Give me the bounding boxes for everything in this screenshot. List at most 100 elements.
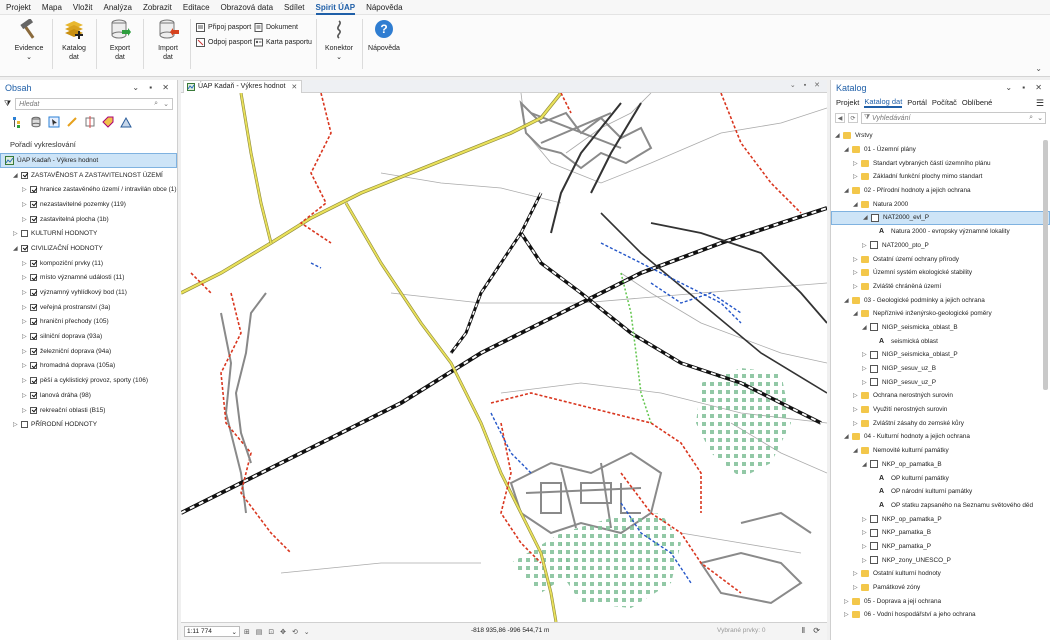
catalog-item[interactable]: ▷ NIGP_sesuv_uz_P [831,375,1050,389]
layer-row[interactable]: ▷ zastavitelná plocha (1b) [0,212,177,227]
import-dat-button[interactable]: Import dat [150,19,186,62]
expand-icon[interactable]: ▷ [853,256,861,263]
visibility-checkbox[interactable] [21,171,28,179]
map-canvas[interactable] [181,93,827,622]
charts-icon[interactable] [120,116,132,128]
visibility-checkbox[interactable] [30,347,37,355]
catalog-item[interactable]: ▷ 05 - Doprava a její ochrana [831,594,1050,608]
karta-pasportu-button[interactable]: Karta pasportu [254,37,312,48]
layer-row[interactable]: ▷ místo významné události (11) [0,271,177,286]
expand-icon[interactable]: ▷ [862,379,870,386]
expand-icon[interactable]: ▷ [853,269,861,276]
catalog-item[interactable]: ◢ Nepříznivé inženýrsko-geologické poměry [831,307,1050,321]
catalog-item[interactable]: ▷ NKP_pamatka_P [831,540,1050,554]
catalog-item[interactable]: ◢ Nemovité kulturní památky [831,444,1050,458]
visibility-checkbox[interactable] [30,362,37,370]
snapping-icon[interactable] [84,116,96,128]
collapse-icon[interactable]: ◢ [863,214,871,221]
collapse-icon[interactable]: ◢ [862,461,870,468]
expand-icon[interactable]: ▷ [13,421,21,428]
expand-icon[interactable]: ▷ [853,570,861,577]
expand-icon[interactable]: ▷ [853,406,861,413]
collapse-icon[interactable]: ◢ [844,433,852,440]
catalog-item[interactable]: ▷ NIGP_sesuv_uz_B [831,362,1050,376]
menu-spirit-uap[interactable]: Spirit ÚAP [315,0,355,15]
catalog-item[interactable]: ▷ NAT2000_pto_P [831,239,1050,253]
layer-row[interactable]: ▷ hranice zastavěného území / intravilán … [0,182,177,197]
layer-row[interactable]: ▷ hraniční přechody (105) [0,315,177,330]
odpoj-pasport-button[interactable]: Odpoj pasport [196,37,252,48]
catalog-item[interactable]: ▷ NKP_zony_UNESCO_P [831,553,1050,567]
visibility-checkbox[interactable] [21,244,28,252]
catalog-item[interactable]: ▷ 06 - Vodní hospodářství a jeho ochrana [831,608,1050,622]
visibility-checkbox[interactable] [21,421,28,429]
expand-icon[interactable]: ▷ [853,420,861,427]
tab-controls[interactable]: ⌄ ▪ ✕ [790,81,823,89]
menu-mapa[interactable]: Mapa [42,0,62,15]
catalog-item[interactable]: ▷ NKP_op_pamatka_P [831,512,1050,526]
catalog-item[interactable]: ▷ Památkové zóny [831,581,1050,595]
catalog-item[interactable]: ◢ 01 - Územní plány [831,143,1050,157]
catalog-item[interactable]: ◢ Natura 2000 [831,197,1050,211]
napoveda-button[interactable]: ? Nápověda [366,19,402,53]
expand-icon[interactable]: ▷ [22,216,30,223]
map-drawing[interactable] [181,93,827,622]
visibility-checkbox[interactable] [30,391,37,399]
expand-icon[interactable]: ▷ [862,557,870,564]
data-source-icon[interactable] [30,116,42,128]
expand-icon[interactable]: ▷ [853,392,861,399]
export-dat-button[interactable]: Export dat [102,19,138,62]
expand-icon[interactable]: ▷ [853,283,861,290]
collapse-icon[interactable]: ◢ [835,132,843,139]
catalog-item[interactable]: ▷ NIGP_seismicka_oblast_P [831,348,1050,362]
expand-icon[interactable]: ▷ [22,201,30,208]
catalog-item[interactable]: Aseismická oblast [831,334,1050,348]
layer-row[interactable]: ▷ KULTURNÍ HODNOTY [0,226,177,241]
catalog-item[interactable]: ◢ Vrstvy [831,129,1050,143]
layer-row[interactable]: ▷ PŘÍRODNÍ HODNOTY [0,417,177,432]
visibility-checkbox[interactable] [30,274,37,282]
catalog-scrollbar[interactable] [1043,140,1048,390]
catalog-item[interactable]: A OP kulturní památky [831,471,1050,485]
pane-controls[interactable]: ⌄ ▪ ✕ [132,83,173,92]
labeling-icon[interactable] [102,116,114,128]
layer-row[interactable]: ▷ lanová dráha (98) [0,388,177,403]
map-tab[interactable]: ÚAP Kadaň - Výkres hodnot ✕ [183,79,303,93]
layer-row[interactable]: ▷ železniční doprava (94a) [0,344,177,359]
expand-icon[interactable]: ▷ [22,289,30,296]
layer-row[interactable]: ▷ významný vyhlídkový bod (11) [0,285,177,300]
visibility-checkbox[interactable] [30,289,37,297]
visibility-checkbox[interactable] [30,259,37,267]
scale-dropdown[interactable]: 1:11 774 ⌄ [184,626,240,637]
catalog-item[interactable]: ◢ 02 - Přírodní hodnoty a jejich ochrana [831,184,1050,198]
menu-vlozit[interactable]: Vložit [73,0,93,15]
menu-analyza[interactable]: Analýza [103,0,131,15]
visibility-checkbox[interactable] [30,186,37,194]
collapse-icon[interactable]: ◢ [844,297,852,304]
dokument-button[interactable]: Dokument [254,22,298,33]
catalog-item[interactable]: ▷ Zvláštní zásahy do zemské kůry [831,416,1050,430]
catalog-item[interactable]: ▷ NKP_pamatka_B [831,526,1050,540]
layer-row[interactable]: ▷ silniční doprava (93a) [0,329,177,344]
expand-icon[interactable]: ▷ [22,377,30,384]
layer-row[interactable]: ◢ ZASTAVĚNOST A ZASTAVITELNOST ÚZEMÍ [0,168,177,183]
visibility-checkbox[interactable] [30,377,37,385]
expand-icon[interactable]: ▷ [13,230,21,237]
layer-row[interactable]: ÚAP Kadaň - Výkres hodnot [0,153,177,168]
tab-oblibene[interactable]: Oblíbené [962,98,992,107]
expand-icon[interactable]: ▷ [22,318,30,325]
expand-icon[interactable]: ▷ [844,611,852,618]
catalog-item[interactable]: ▷ Územní systém ekologické stability [831,266,1050,280]
tab-portal[interactable]: Portál [907,98,927,107]
catalog-item[interactable]: ▷ Standart vybraných částí územního plánu [831,156,1050,170]
katalog-dat-button[interactable]: Katalog dat [58,19,90,62]
catalog-item[interactable]: A OP národní kulturní památky [831,485,1050,499]
expand-icon[interactable]: ▷ [22,260,30,267]
tab-projekt[interactable]: Projekt [836,98,859,107]
menu-projekt[interactable]: Projekt [6,0,31,15]
collapse-icon[interactable]: ◢ [844,187,852,194]
expand-icon[interactable]: ▷ [22,348,30,355]
layer-row[interactable]: ▷ veřejná prostranství (3a) [0,300,177,315]
catalog-item[interactable]: ◢ NKP_op_pamatka_B [831,458,1050,472]
expand-icon[interactable]: ▷ [862,543,870,550]
